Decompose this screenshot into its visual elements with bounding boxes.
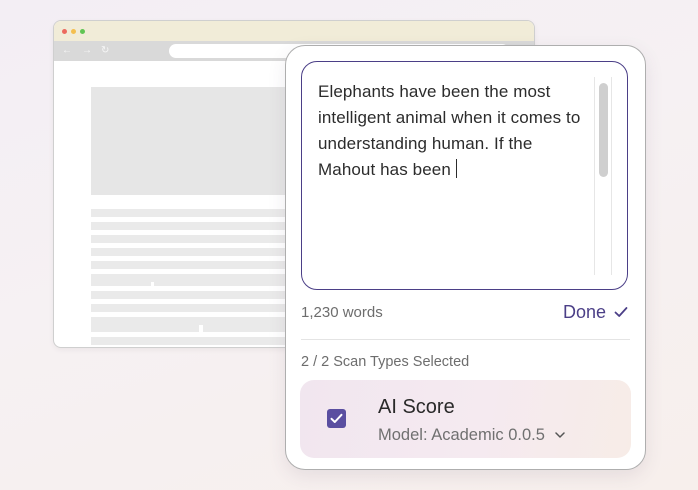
- scan-type-title: AI Score: [378, 396, 455, 418]
- model-dropdown-label: Model: Academic 0.0.5: [378, 426, 545, 444]
- scan-types-status: 2 / 2 Scan Types Selected: [301, 354, 470, 370]
- editor-scrollbar[interactable]: [594, 77, 612, 275]
- ai-score-checkbox[interactable]: [327, 409, 346, 428]
- forward-arrow-icon: →: [82, 45, 92, 56]
- text-cursor: [455, 159, 458, 178]
- editor-text-value: Elephants have been the most intelligent…: [318, 82, 581, 179]
- scan-type-card-ai-score[interactable]: AI Score Model: Academic 0.0.5: [300, 380, 631, 458]
- editor-text-content[interactable]: Elephants have been the most intelligent…: [318, 79, 588, 183]
- chevron-down-icon: [555, 432, 565, 438]
- close-window-dot: [62, 29, 67, 34]
- text-editor[interactable]: Elephants have been the most intelligent…: [301, 61, 628, 290]
- text-line-placeholder: [91, 324, 199, 332]
- reload-icon: ↻: [101, 45, 110, 56]
- word-count: 1,230 words: [301, 304, 383, 321]
- checkbox-checked-icon: [330, 413, 343, 423]
- done-button[interactable]: Done: [563, 301, 628, 323]
- check-icon: [614, 307, 628, 317]
- divider: [301, 339, 630, 340]
- maximize-window-dot: [80, 29, 85, 34]
- minimize-window-dot: [71, 29, 76, 34]
- browser-titlebar: [54, 21, 534, 41]
- done-label: Done: [562, 302, 606, 322]
- editor-scrollbar-thumb[interactable]: [599, 83, 608, 177]
- model-dropdown[interactable]: Model: Academic 0.0.5: [378, 424, 565, 446]
- back-arrow-icon: ←: [62, 45, 72, 56]
- scan-panel: Elephants have been the most intelligent…: [285, 45, 646, 470]
- text-line-placeholder: [91, 278, 151, 286]
